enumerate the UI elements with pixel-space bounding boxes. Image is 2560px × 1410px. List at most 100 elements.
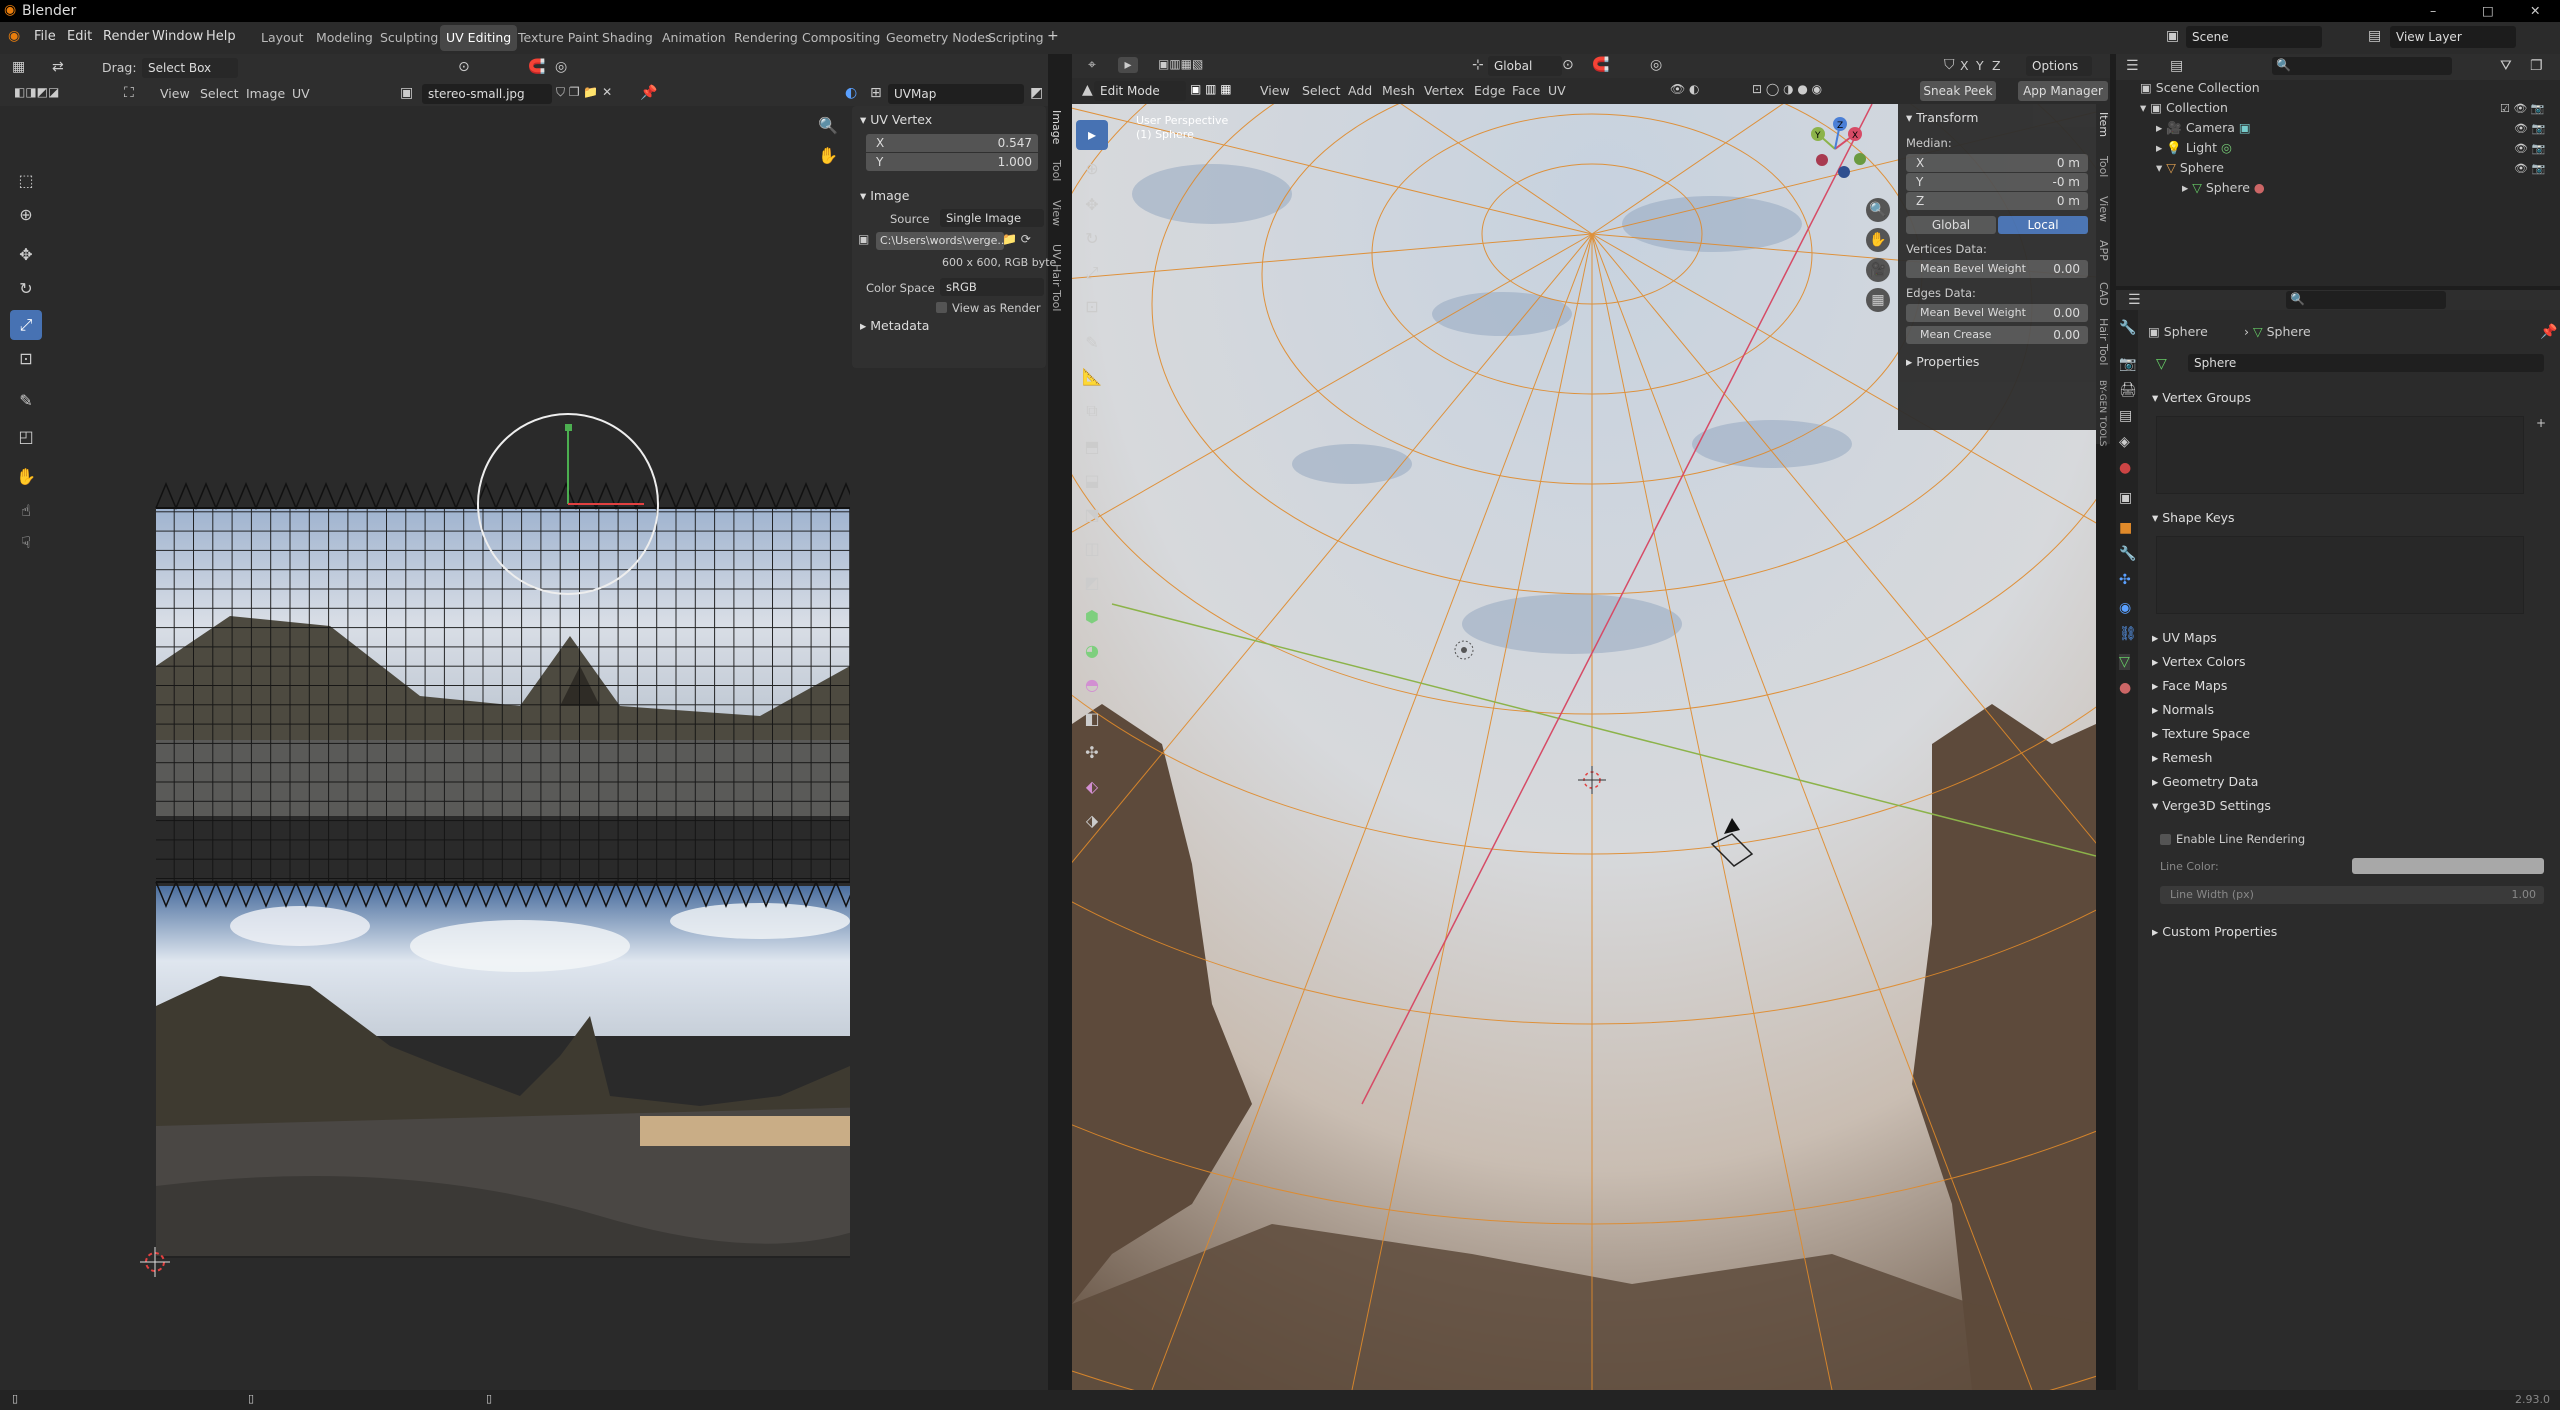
- mesh-datablock-icon[interactable]: ▽: [2156, 356, 2167, 372]
- vtab-bygen[interactable]: BY-GEN TOOLS: [2097, 380, 2107, 446]
- metadata-header[interactable]: ▸ Metadata: [860, 318, 929, 333]
- vp-tool-inset[interactable]: ⬓: [1076, 466, 1108, 496]
- face-maps-header[interactable]: ▸ Face Maps: [2152, 678, 2227, 693]
- global-toggle[interactable]: Global: [1906, 216, 1996, 234]
- modifier-tab-icon[interactable]: 🔧: [2119, 546, 2136, 562]
- vp-pan-icon[interactable]: ✋: [1866, 228, 1890, 252]
- uv-menu-select[interactable]: Select: [200, 86, 239, 101]
- tab-animation[interactable]: Animation: [656, 25, 732, 51]
- uv-vertex-header[interactable]: ▾ UV Vertex: [860, 112, 932, 127]
- blender-menu-icon[interactable]: ◉: [8, 28, 20, 44]
- vertex-colors-header[interactable]: ▸ Vertex Colors: [2152, 654, 2246, 669]
- vertex-edge-face-icons[interactable]: ▣ ▥ ▦: [1190, 82, 1232, 96]
- vp-tool-transform[interactable]: ⊡: [1076, 292, 1108, 322]
- menu-window[interactable]: Window: [152, 29, 203, 44]
- viewport-snap-icon[interactable]: 🧲: [1592, 57, 1609, 73]
- vtab-app[interactable]: APP: [2097, 240, 2110, 261]
- viewport-menu-add[interactable]: Add: [1348, 83, 1372, 98]
- tab-compositing[interactable]: Compositing: [796, 25, 886, 51]
- tab-layout[interactable]: Layout: [255, 25, 310, 51]
- tool-tab-icon[interactable]: 🔧: [2119, 320, 2136, 336]
- line-width-field[interactable]: Line Width (px) 1.00: [2160, 886, 2544, 904]
- add-workspace-icon[interactable]: +: [1047, 28, 1059, 44]
- custom-properties-header[interactable]: ▸ Custom Properties: [2152, 924, 2277, 939]
- vtab-vp-tool[interactable]: Tool: [2097, 156, 2110, 177]
- edge-bevel-field[interactable]: Mean Bevel Weight 0.00: [1906, 304, 2088, 322]
- physics-tab-icon[interactable]: ◉: [2119, 600, 2131, 616]
- sneak-peek-button[interactable]: Sneak Peek: [1920, 81, 1996, 101]
- texture-space-header[interactable]: ▸ Texture Space: [2152, 726, 2250, 741]
- transform-header[interactable]: ▾ Transform: [1906, 110, 1978, 125]
- menu-render[interactable]: Render: [103, 29, 149, 44]
- outliner-row-collection[interactable]: ▾ ▣ Collection: [2140, 100, 2560, 115]
- object-tab-icon[interactable]: ■: [2119, 520, 2132, 536]
- vp-tool-rotate[interactable]: ↻: [1076, 224, 1108, 254]
- pivot-point-icon[interactable]: ⊙: [1562, 57, 1574, 73]
- output-tab-icon[interactable]: 🖨: [2119, 382, 2137, 398]
- particles-tab-icon[interactable]: ✣: [2119, 572, 2131, 588]
- tab-sculpting[interactable]: Sculpting: [374, 25, 444, 51]
- sync-selection-icon[interactable]: ⇄: [52, 59, 64, 75]
- mirror-z[interactable]: Z: [1992, 58, 2001, 73]
- vp-tool-select[interactable]: ▸: [1076, 120, 1108, 150]
- view-layer-tab-icon[interactable]: ▤: [2119, 408, 2132, 424]
- tab-scripting[interactable]: Scripting: [982, 25, 1050, 51]
- properties-pin-icon[interactable]: 📌: [2540, 324, 2557, 340]
- tab-uv-editing[interactable]: UV Editing: [440, 25, 518, 51]
- visibility-icons[interactable]: 👁 ◐: [1670, 82, 1700, 96]
- normals-header[interactable]: ▸ Normals: [2152, 702, 2214, 717]
- uv-select-mode-icon[interactable]: ◧◨◩◪: [14, 85, 59, 99]
- orientation-select[interactable]: Global: [1488, 56, 1562, 76]
- uv-maps-header[interactable]: ▸ UV Maps: [2152, 630, 2217, 645]
- scene-field[interactable]: Scene: [2186, 26, 2322, 48]
- enable-line-checkbox[interactable]: [2160, 834, 2171, 845]
- area-separator[interactable]: [1062, 54, 1072, 1390]
- vp-camera-icon[interactable]: 🎥: [1866, 258, 1890, 282]
- editor-type-icon[interactable]: ▦: [12, 59, 25, 75]
- properties-editor-icon[interactable]: ☰: [2128, 292, 2141, 308]
- viewport-menu-uv[interactable]: UV: [1548, 83, 1566, 98]
- filter-icon[interactable]: ⛛: [2500, 58, 2512, 74]
- image-actions-icons[interactable]: ⛉ ❐ 📁 ✕: [556, 85, 612, 100]
- snap-icon[interactable]: 🧲: [528, 59, 545, 75]
- tab-texture-paint[interactable]: Texture Paint: [512, 25, 605, 51]
- vp-tool-shear[interactable]: ⬖: [1076, 772, 1108, 802]
- uv-vertex-x-field[interactable]: X 0.547: [866, 134, 1038, 152]
- mesh-data-tab-icon[interactable]: ▽: [2119, 654, 2130, 670]
- median-x-field[interactable]: X 0 m: [1906, 154, 2088, 172]
- vp-tool-edge-slide[interactable]: ◧: [1076, 704, 1108, 734]
- vp-tool-poly-build[interactable]: ⬢: [1076, 602, 1108, 632]
- vtab-item[interactable]: Item: [2097, 112, 2110, 137]
- vp-tool-loop-cut[interactable]: ◫: [1076, 534, 1108, 564]
- uv-canvas[interactable]: [0, 106, 850, 1390]
- menu-edit[interactable]: Edit: [67, 29, 92, 44]
- vertex-groups-list[interactable]: [2156, 416, 2524, 494]
- outliner-editor-icon[interactable]: ☰: [2126, 58, 2139, 74]
- collection-tab-icon[interactable]: ▣: [2119, 490, 2132, 506]
- viewport-menu-mesh[interactable]: Mesh: [1382, 83, 1415, 98]
- image-name-field[interactable]: stereo-small.jpg: [422, 84, 552, 104]
- uv-menu-image[interactable]: Image: [246, 86, 285, 101]
- vp-zoom-icon[interactable]: 🔍: [1866, 198, 1890, 222]
- vp-tool-shrink[interactable]: ✣: [1076, 738, 1108, 768]
- mean-crease-field[interactable]: Mean Crease 0.00: [1906, 326, 2088, 344]
- properties-header[interactable]: ▸ Properties: [1906, 354, 1979, 369]
- scene-collection-row[interactable]: ▣ Scene Collection: [2140, 80, 2260, 95]
- vp-tool-annotate[interactable]: ✎: [1076, 328, 1108, 358]
- median-y-field[interactable]: Y -0 m: [1906, 173, 2088, 191]
- median-z-field[interactable]: Z 0 m: [1906, 192, 2088, 210]
- viewport-menu-select[interactable]: Select: [1302, 83, 1341, 98]
- constraints-tab-icon[interactable]: ⛓: [2119, 626, 2137, 642]
- display-mode-icon[interactable]: ▤: [2170, 58, 2183, 74]
- vertex-group-add-icon[interactable]: +: [2536, 416, 2546, 430]
- uv-menu-uv[interactable]: UV: [292, 86, 310, 101]
- tab-shading[interactable]: Shading: [596, 25, 659, 51]
- uv-menu-view[interactable]: View: [160, 86, 190, 101]
- outliner-row-camera[interactable]: ▸ 🎥 Camera ▣: [2156, 120, 2251, 136]
- scene-tab-icon[interactable]: ◈: [2119, 434, 2130, 450]
- viewport-proportional-icon[interactable]: ◎: [1650, 57, 1662, 73]
- properties-search[interactable]: 🔍: [2286, 291, 2446, 309]
- tab-modeling[interactable]: Modeling: [310, 25, 379, 51]
- browse-folder-icon[interactable]: 📁 ⟳: [1002, 232, 1031, 246]
- options-dropdown[interactable]: Options: [2026, 56, 2092, 76]
